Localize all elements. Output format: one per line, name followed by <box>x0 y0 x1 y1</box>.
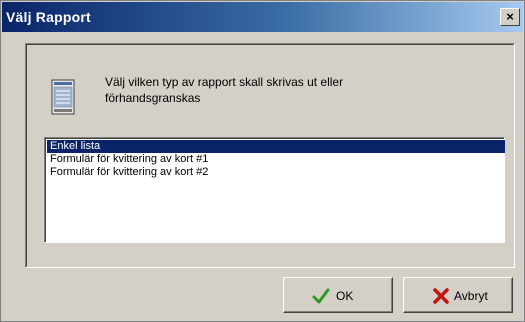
window-title: Välj Rapport <box>6 9 91 25</box>
report-type-listbox[interactable]: Enkel lista Formulär för kvittering av k… <box>44 137 505 243</box>
list-item-enkel-lista[interactable]: Enkel lista <box>47 140 505 153</box>
report-icon <box>51 79 75 115</box>
close-button[interactable]: × <box>500 8 520 26</box>
ok-button-label: OK <box>336 289 354 303</box>
list-item-kvittering-kort-1[interactable]: Formulär för kvittering av kort #1 <box>47 153 505 166</box>
description-text: Välj vilken typ av rapport skall skrivas… <box>105 75 344 105</box>
cancel-button-label: Avbryt <box>454 289 488 303</box>
close-icon: × <box>506 9 514 24</box>
list-item-kvittering-kort-2[interactable]: Formulär för kvittering av kort #2 <box>47 166 505 179</box>
cross-icon <box>433 288 449 304</box>
checkmark-icon <box>312 288 330 304</box>
cancel-button[interactable]: Avbryt <box>403 277 513 313</box>
ok-button[interactable]: OK <box>283 277 393 313</box>
dialog-window: Välj Rapport × Välj vilken typ av rappor… <box>0 0 525 322</box>
title-bar[interactable]: Välj Rapport × <box>2 2 523 32</box>
